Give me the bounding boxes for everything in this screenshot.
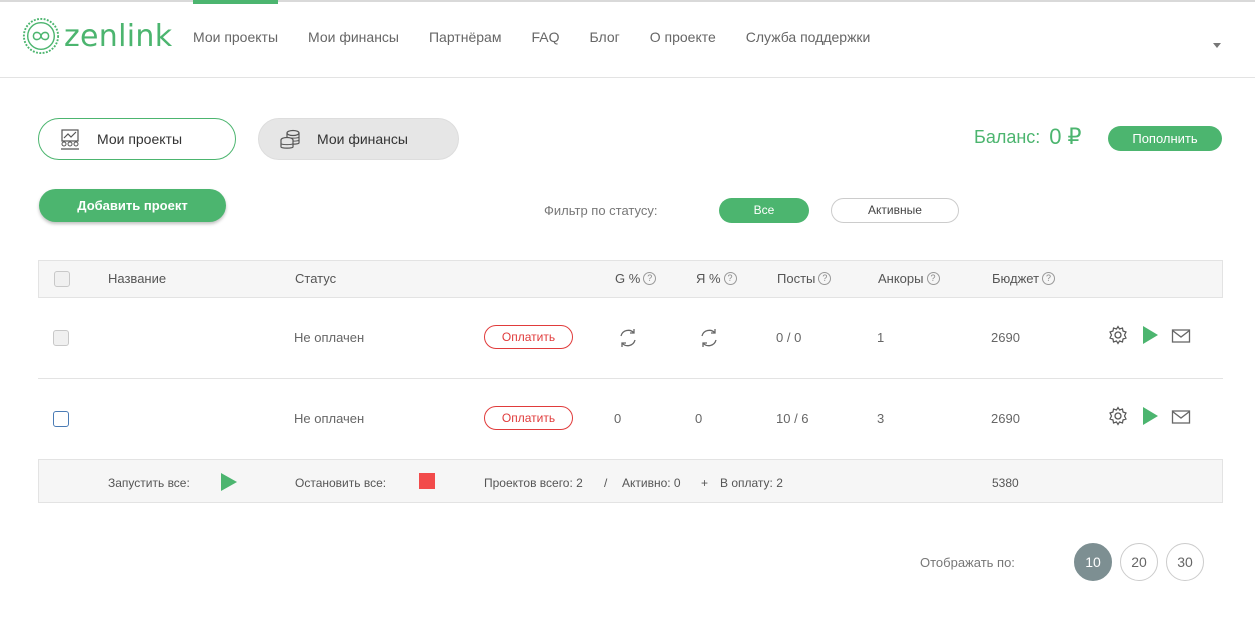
balance-label: Баланс:: [974, 126, 1041, 147]
col-g-label: G %: [615, 271, 641, 286]
row-checkbox[interactable]: [53, 411, 69, 427]
user-menu-caret-icon[interactable]: [1213, 43, 1221, 48]
mail-icon[interactable]: [1171, 407, 1191, 427]
row-status: Не оплачен: [294, 330, 365, 345]
col-ya[interactable]: Я % ?: [696, 271, 737, 286]
table-footer: Запустить все: Остановить все: Проектов …: [38, 459, 1223, 503]
row-g: 0: [614, 411, 622, 426]
budget-total: 5380: [992, 476, 1019, 490]
col-posts-label: Посты: [777, 271, 816, 286]
row-checkbox[interactable]: [53, 330, 69, 346]
play-icon[interactable]: [1140, 325, 1160, 345]
nav-my-projects[interactable]: Мои проекты: [193, 0, 279, 78]
separator: +: [701, 476, 709, 490]
run-all-label: Запустить все:: [108, 476, 190, 490]
help-icon[interactable]: ?: [926, 272, 940, 285]
filter-active-button[interactable]: Активные: [831, 198, 959, 223]
play-all-icon[interactable]: [220, 472, 238, 492]
help-icon[interactable]: ?: [1042, 272, 1056, 285]
refresh-icon[interactable]: [698, 327, 720, 349]
table-row: Не оплачен Оплатить 0 / 0 1 2690: [38, 298, 1223, 379]
per-page-10[interactable]: 10: [1074, 543, 1112, 581]
col-anchors-label: Анкоры: [878, 271, 924, 286]
mail-icon[interactable]: [1171, 326, 1191, 346]
projects-icon: [61, 129, 79, 150]
gear-icon[interactable]: [1108, 325, 1128, 345]
col-g[interactable]: G % ?: [615, 271, 657, 286]
filter-all-button[interactable]: Все: [719, 198, 809, 223]
col-status[interactable]: Статус: [295, 271, 336, 286]
row-ya: 0: [695, 411, 703, 426]
play-icon[interactable]: [1140, 406, 1160, 426]
nav-about[interactable]: О проекте: [650, 2, 716, 78]
row-anchors: 1: [877, 330, 885, 345]
col-budget[interactable]: Бюджет ?: [992, 271, 1056, 286]
per-page-20[interactable]: 20: [1120, 543, 1158, 581]
tab-my-finance[interactable]: Мои финансы: [258, 118, 459, 160]
help-icon[interactable]: ?: [818, 272, 832, 285]
help-icon[interactable]: ?: [643, 272, 657, 285]
filter-label: Фильтр по статусу:: [544, 203, 658, 218]
col-posts[interactable]: Посты ?: [777, 271, 832, 286]
row-budget: 2690: [991, 411, 1020, 426]
pay-button[interactable]: Оплатить: [484, 406, 573, 430]
logo[interactable]: zenlink: [22, 17, 172, 55]
col-name[interactable]: Название: [108, 271, 166, 286]
coins-icon: [280, 129, 300, 149]
balance-value: 0: [1049, 124, 1062, 149]
select-all-checkbox[interactable]: [54, 271, 70, 287]
col-ya-label: Я %: [696, 271, 721, 286]
nav-my-finance[interactable]: Мои финансы: [308, 2, 399, 78]
tab-my-projects[interactable]: Мои проекты: [38, 118, 236, 160]
header: zenlink Мои проекты Мои финансы Партнёра…: [0, 0, 1255, 78]
help-icon[interactable]: ?: [723, 272, 737, 285]
pay-button[interactable]: Оплатить: [484, 325, 573, 349]
gear-icon[interactable]: [1108, 406, 1128, 426]
logo-text: zenlink: [64, 18, 173, 54]
nav-partners[interactable]: Партнёрам: [429, 2, 501, 78]
stop-all-label: Остановить все:: [295, 476, 387, 490]
nav-support[interactable]: Служба поддержки: [746, 2, 871, 78]
row-anchors: 3: [877, 411, 885, 426]
projects-total: Проектов всего: 2: [484, 476, 583, 490]
balance: Баланс: 0 ₽: [974, 124, 1082, 150]
nav-faq[interactable]: FAQ: [531, 2, 559, 78]
row-posts: 0 / 0: [776, 330, 802, 345]
stop-all-icon[interactable]: [419, 473, 435, 489]
tab-my-projects-label: Мои проекты: [97, 131, 183, 147]
add-project-button[interactable]: Добавить проект: [39, 189, 226, 222]
row-status: Не оплачен: [294, 411, 365, 426]
col-anchors[interactable]: Анкоры ?: [878, 271, 940, 286]
row-budget: 2690: [991, 330, 1020, 345]
logo-icon: [22, 17, 60, 55]
per-page-30[interactable]: 30: [1166, 543, 1204, 581]
main-nav: Мои проекты Мои финансы Партнёрам FAQ Бл…: [193, 0, 900, 78]
balance-currency: ₽: [1067, 124, 1082, 149]
table-header: Название Статус G % ? Я % ? Посты ? Анко…: [38, 260, 1223, 298]
nav-blog[interactable]: Блог: [589, 2, 619, 78]
topup-button[interactable]: Пополнить: [1108, 126, 1222, 151]
row-posts: 10 / 6: [776, 411, 809, 426]
to-pay-count: В оплату: 2: [720, 476, 783, 490]
per-page-label: Отображать по:: [920, 555, 1015, 570]
refresh-icon[interactable]: [617, 327, 639, 349]
col-budget-label: Бюджет: [992, 271, 1040, 286]
separator: /: [604, 476, 608, 490]
tab-my-finance-label: Мои финансы: [317, 131, 408, 147]
table-row: Не оплачен Оплатить 0 0 10 / 6 3 2690: [38, 379, 1223, 460]
active-count: Активно: 0: [622, 476, 681, 490]
